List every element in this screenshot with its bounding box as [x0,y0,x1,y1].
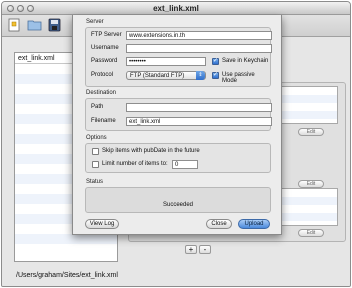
options-group: Skip items with pubDate in the future Li… [85,143,271,173]
status-section-label: Status [86,179,104,185]
save-disk-icon[interactable] [47,18,62,32]
close-button[interactable]: Close [206,219,232,229]
status-text: Succeeded [162,202,194,208]
server-section-label: Server [86,19,104,25]
password-field[interactable]: •••••••• [126,57,206,66]
file-path-text: /Users/graham/Sites/ext_link.xml [16,272,118,279]
path-bar: /Users/graham/Sites/ext_link.xml [2,268,350,286]
new-document-icon[interactable] [7,18,22,32]
destination-group: Path Filename ext_link.xml [85,98,272,131]
options-section-label: Options [86,135,107,141]
username-label: Username [91,45,119,51]
destination-section-label: Destination [86,90,117,96]
upload-button[interactable]: Upload [238,219,270,229]
filename-field[interactable]: ext_link.xml [126,117,272,126]
view-log-button[interactable]: View Log [85,219,119,229]
protocol-select-value: FTP (Standard FTP) [130,73,185,79]
path-label: Path [91,104,104,110]
username-field[interactable] [126,44,272,53]
edit-button-upper[interactable]: Edit [298,128,324,136]
limit-items-checkbox[interactable] [92,161,99,168]
skip-future-label: Skip items with pubDate in the future [102,148,200,154]
edit-button-lower[interactable]: Edit [298,229,324,237]
filename-label: Filename [91,118,116,124]
save-keychain-label: Save in Keychain [222,58,269,64]
password-label: Password [91,58,118,64]
limit-items-field[interactable]: 0 [172,160,198,169]
server-group: FTP Server www.extensions.in.th Username… [85,27,272,87]
open-folder-icon[interactable] [27,18,42,32]
protocol-label: Protocol [91,72,114,78]
edit-button-middle[interactable]: Edit [298,180,324,188]
protocol-select[interactable]: FTP (Standard FTP) ⇕ [126,71,206,80]
window-title: ext_link.xml [153,4,199,13]
add-item-button[interactable]: + [185,245,197,254]
limit-items-label: Limit number of items to: [102,161,168,167]
ftp-upload-sheet: Server FTP Server www.extensions.in.th U… [72,15,282,235]
passive-mode-checkbox[interactable]: ✓ [212,72,219,79]
main-window: ext_link.xml ext_link.xml Edit Edit Edit… [1,1,351,287]
status-group: Succeeded [85,187,271,213]
skip-future-checkbox[interactable] [92,148,99,155]
ftp-server-label: FTP Server [91,32,122,38]
path-field[interactable] [126,103,272,112]
title-bar: ext_link.xml [2,2,350,15]
updown-arrows-icon: ⇕ [196,71,205,80]
passive-mode-label: Use passive Mode [222,72,255,84]
save-keychain-checkbox[interactable]: ✓ [212,58,219,65]
ftp-server-field[interactable]: www.extensions.in.th [126,31,272,40]
remove-item-button[interactable]: - [199,245,211,254]
